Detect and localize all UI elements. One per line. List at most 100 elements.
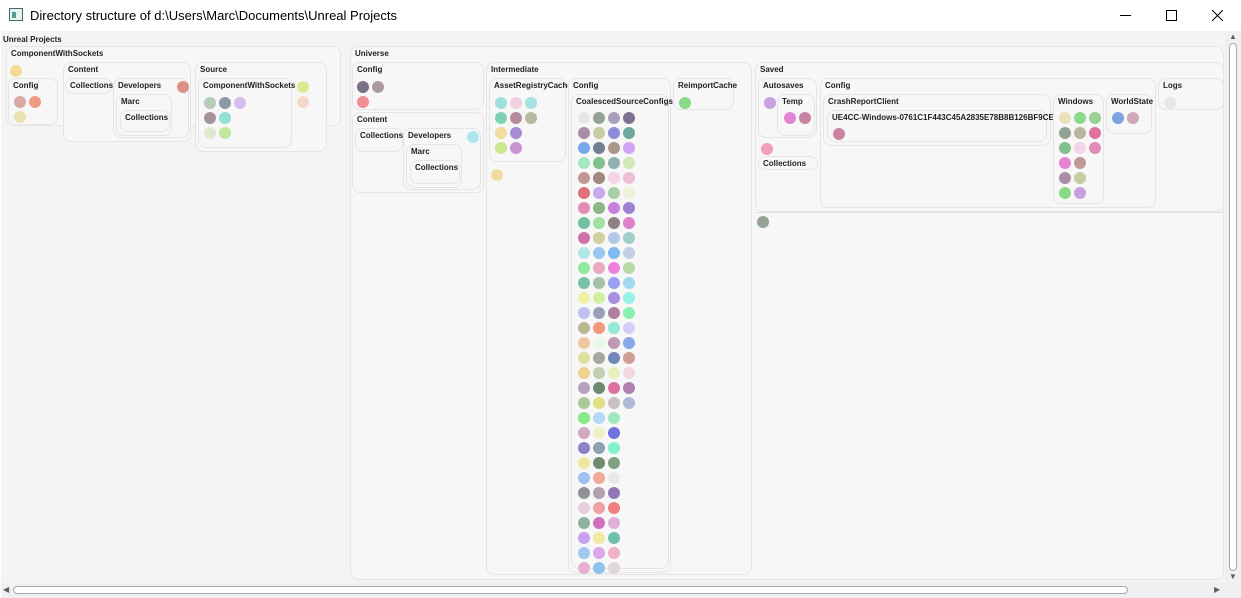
file-dot[interactable]	[593, 247, 605, 259]
file-dot[interactable]	[1164, 97, 1176, 109]
scroll-up-icon[interactable]: ▲	[1229, 33, 1237, 41]
minimize-button[interactable]	[1103, 0, 1149, 31]
file-dot[interactable]	[608, 217, 620, 229]
scroll-right-icon[interactable]: ▶	[1214, 586, 1220, 594]
file-dot[interactable]	[510, 127, 522, 139]
file-dot[interactable]	[578, 517, 590, 529]
file-dot[interactable]	[510, 142, 522, 154]
file-dot[interactable]	[608, 412, 620, 424]
file-dot[interactable]	[608, 322, 620, 334]
file-dot[interactable]	[623, 262, 635, 274]
file-dot[interactable]	[578, 217, 590, 229]
file-dot[interactable]	[608, 292, 620, 304]
file-dot[interactable]	[1127, 112, 1139, 124]
file-dot[interactable]	[608, 547, 620, 559]
file-dot[interactable]	[1074, 157, 1086, 169]
file-dot[interactable]	[578, 127, 590, 139]
file-dot[interactable]	[14, 111, 26, 123]
file-dot[interactable]	[578, 382, 590, 394]
file-dot[interactable]	[578, 352, 590, 364]
file-dot[interactable]	[510, 112, 522, 124]
file-dot[interactable]	[578, 202, 590, 214]
file-dot[interactable]	[495, 127, 507, 139]
file-dot[interactable]	[608, 247, 620, 259]
file-dot[interactable]	[593, 367, 605, 379]
file-dot[interactable]	[578, 172, 590, 184]
file-dot[interactable]	[1059, 127, 1071, 139]
file-dot[interactable]	[510, 97, 522, 109]
file-dot[interactable]	[608, 157, 620, 169]
file-dot[interactable]	[623, 307, 635, 319]
scroll-left-icon[interactable]: ◀	[3, 586, 9, 594]
file-dot[interactable]	[14, 96, 26, 108]
folder-ue4cc[interactable]: UE4CC-Windows-0761C1F443C45A2835E78B8B12…	[827, 110, 1054, 142]
file-dot[interactable]	[593, 562, 605, 574]
file-dot[interactable]	[297, 96, 309, 108]
file-dot[interactable]	[608, 262, 620, 274]
file-dot[interactable]	[219, 112, 231, 124]
file-dot[interactable]	[593, 532, 605, 544]
file-dot[interactable]	[578, 397, 590, 409]
folder-saved-collections[interactable]: Collections	[758, 156, 818, 170]
file-dot[interactable]	[799, 112, 811, 124]
file-dot[interactable]	[593, 472, 605, 484]
file-dot[interactable]	[578, 472, 590, 484]
file-dot[interactable]	[578, 412, 590, 424]
file-dot[interactable]	[608, 517, 620, 529]
file-dot[interactable]	[593, 187, 605, 199]
file-dot[interactable]	[623, 382, 635, 394]
file-dot[interactable]	[578, 277, 590, 289]
file-dot[interactable]	[593, 142, 605, 154]
file-dot[interactable]	[623, 187, 635, 199]
file-dot[interactable]	[623, 232, 635, 244]
file-dot[interactable]	[623, 127, 635, 139]
close-button[interactable]	[1195, 0, 1241, 31]
file-dot[interactable]	[10, 65, 22, 77]
file-dot[interactable]	[204, 112, 216, 124]
vertical-scrollbar[interactable]: ▲ ▼	[1225, 31, 1241, 583]
file-dot[interactable]	[623, 292, 635, 304]
file-dot[interactable]	[608, 562, 620, 574]
file-dot[interactable]	[833, 128, 845, 140]
file-dot[interactable]	[578, 322, 590, 334]
file-dot[interactable]	[593, 127, 605, 139]
file-dot[interactable]	[578, 337, 590, 349]
file-dot[interactable]	[608, 367, 620, 379]
file-dot[interactable]	[608, 532, 620, 544]
file-dot[interactable]	[608, 277, 620, 289]
file-dot[interactable]	[593, 202, 605, 214]
file-dot[interactable]	[525, 112, 537, 124]
file-dot[interactable]	[608, 487, 620, 499]
file-dot[interactable]	[357, 96, 369, 108]
folder-cws-collections[interactable]: Collections	[65, 78, 113, 94]
file-dot[interactable]	[204, 127, 216, 139]
file-dot[interactable]	[1059, 157, 1071, 169]
file-dot[interactable]	[578, 142, 590, 154]
file-dot[interactable]	[357, 81, 369, 93]
file-dot[interactable]	[623, 367, 635, 379]
file-dot[interactable]	[608, 307, 620, 319]
file-dot[interactable]	[608, 187, 620, 199]
directory-treemap[interactable]: Unreal Projects ComponentWithSockets Conf…	[1, 31, 1225, 583]
horizontal-scrollbar[interactable]: ◀ ▶	[1, 583, 1225, 598]
file-dot[interactable]	[623, 112, 635, 124]
file-dot[interactable]	[593, 352, 605, 364]
file-dot[interactable]	[578, 247, 590, 259]
file-dot[interactable]	[578, 262, 590, 274]
file-dot[interactable]	[578, 307, 590, 319]
file-dot[interactable]	[593, 172, 605, 184]
file-dot[interactable]	[578, 427, 590, 439]
file-dot[interactable]	[593, 292, 605, 304]
file-dot[interactable]	[761, 143, 773, 155]
file-dot[interactable]	[608, 397, 620, 409]
file-dot[interactable]	[593, 517, 605, 529]
maximize-button[interactable]	[1149, 0, 1195, 31]
file-dot[interactable]	[491, 169, 503, 181]
file-dot[interactable]	[297, 81, 309, 93]
file-dot[interactable]	[1074, 112, 1086, 124]
horizontal-scroll-thumb[interactable]	[13, 586, 1128, 594]
file-dot[interactable]	[1112, 112, 1124, 124]
file-dot[interactable]	[608, 457, 620, 469]
file-dot[interactable]	[593, 487, 605, 499]
file-dot[interactable]	[578, 547, 590, 559]
